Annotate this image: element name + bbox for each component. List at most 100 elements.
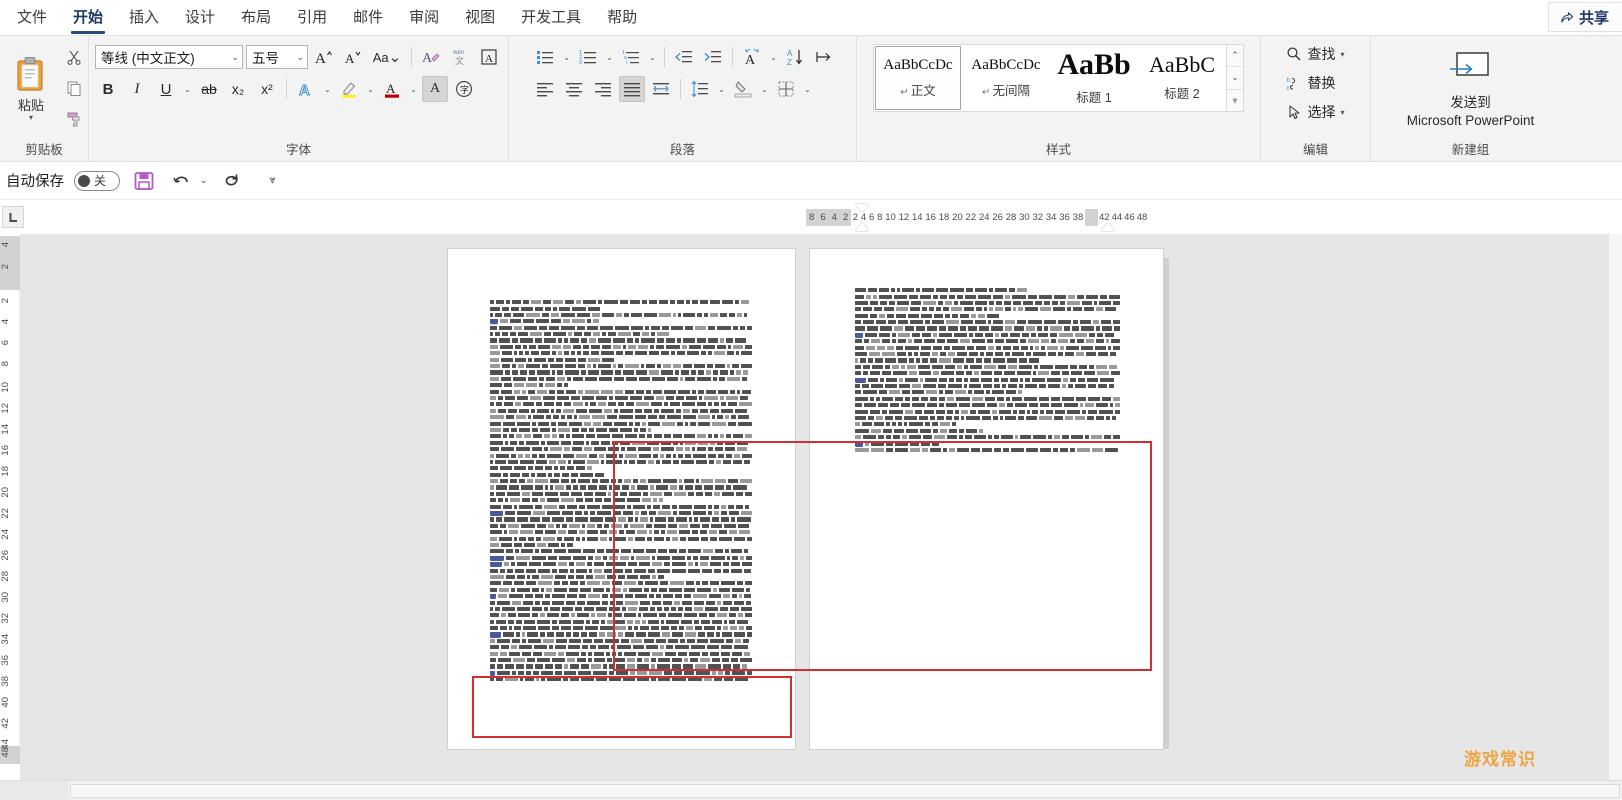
highlight-chevron-down-icon[interactable]: ⌄ [365,85,376,94]
document-canvas[interactable] [20,234,1622,780]
character-shading-button[interactable]: A [422,76,448,102]
grow-font-button[interactable]: A [311,44,337,70]
increase-indent-button[interactable] [700,44,726,70]
tab-references[interactable]: 引用 [284,1,340,35]
phonetic-guide-button[interactable]: wén 文 [447,44,473,70]
distribute-button[interactable] [648,76,674,102]
tab-developer[interactable]: 开发工具 [508,1,594,35]
tab-review[interactable]: 审阅 [396,1,452,35]
redo-button[interactable] [218,167,246,195]
show-formatting-marks-button[interactable] [811,44,837,70]
shrink-font-button[interactable]: A [340,44,366,70]
vertical-scrollbar[interactable] [1608,234,1622,780]
tab-mailings[interactable]: 邮件 [340,1,396,35]
bullet-chevron-down-icon[interactable]: ⌄ [561,53,572,62]
character-border-button[interactable]: A [476,44,502,70]
right-indent-marker[interactable] [1101,222,1115,231]
bullet-list-button[interactable] [532,44,558,70]
justify-button[interactable] [619,76,645,102]
tab-stop-selector[interactable] [2,206,24,228]
strikethrough-button[interactable]: ab [196,76,222,102]
italic-button[interactable]: I [124,76,150,102]
autosave-toggle[interactable]: 关 [74,170,120,191]
styles-more-icon[interactable]: ⩔ [1227,89,1243,111]
font-name-chevron-down-icon[interactable]: ⌄ [227,52,239,63]
tab-layout[interactable]: 布局 [228,1,284,35]
horizontal-scrollbar-track-left[interactable] [0,780,68,800]
share-button[interactable]: 共享 [1548,2,1622,32]
paste-button[interactable]: 粘贴 ▾ [3,36,59,140]
enclose-character-button[interactable]: 字 [451,76,477,102]
send-to-powerpoint-button[interactable]: 发送到 Microsoft PowerPoint [1407,46,1534,130]
page-2-text-body[interactable] [855,287,1120,453]
align-right-button[interactable] [590,76,616,102]
font-size-combo[interactable]: 五号 ⌄ [246,45,308,69]
style-item-normal[interactable]: AaBbCcDc ↵ 正文 [875,46,961,110]
borders-button[interactable] [773,76,799,102]
line-spacing-button[interactable] [687,76,713,102]
horizontal-scrollbar-thumb[interactable] [70,783,1620,798]
underline-chevron-down-icon[interactable]: ⌄ [182,85,193,94]
vertical-ruler[interactable]: 4 2 2 4 6 8 10 12 14 16 18 20 22 24 26 2… [0,236,20,764]
multilevel-chevron-down-icon[interactable]: ⌄ [647,53,658,62]
document-page-1[interactable] [448,249,795,749]
decrease-indent-button[interactable] [671,44,697,70]
first-line-indent-marker[interactable] [855,204,869,213]
replace-button[interactable]: b c 替换 [1283,71,1347,95]
undo-button[interactable] [168,167,196,195]
style-item-no-spacing[interactable]: AaBbCcDc ↵ 无间隔 [963,46,1049,110]
subscript-button[interactable]: x₂ [225,76,251,102]
text-effects-chevron-down-icon[interactable]: ⌄ [322,85,333,94]
tab-help[interactable]: 帮助 [594,1,650,35]
document-page-2[interactable] [810,249,1163,749]
page-1-text-body[interactable] [490,299,752,682]
shading-chevron-down-icon[interactable]: ⌄ [759,85,770,94]
hanging-indent-marker[interactable] [855,222,869,231]
copy-button[interactable] [63,77,85,99]
borders-chevron-down-icon[interactable]: ⌄ [802,85,813,94]
chinese-layout-chevron-down-icon[interactable]: ⌄ [768,53,779,62]
style-item-heading-2[interactable]: AaBbC 标题 2 [1139,46,1225,110]
clear-formatting-button[interactable]: A [418,44,444,70]
find-chevron-down-icon[interactable]: ▾ [1340,50,1344,59]
text-effects-button[interactable]: A [293,76,319,102]
font-color-chevron-down-icon[interactable]: ⌄ [408,85,419,94]
horizontal-ruler[interactable]: 8 6 4 2 2 4 6 8 10 12 14 16 18 20 22 24 … [0,200,1622,234]
paste-chevron-down-icon[interactable]: ▾ [29,113,33,122]
line-spacing-chevron-down-icon[interactable]: ⌄ [716,85,727,94]
align-left-button[interactable] [532,76,558,102]
select-button[interactable]: 选择 ▾ [1283,100,1347,124]
style-item-heading-1[interactable]: AaBb 标题 1 [1051,46,1137,110]
select-chevron-down-icon[interactable]: ▾ [1340,108,1344,117]
customize-qat-icon[interactable]: ⩔ [270,174,276,187]
tab-design[interactable]: 设计 [172,1,228,35]
find-button[interactable]: 查找 ▾ [1283,42,1347,66]
save-button[interactable] [130,167,158,195]
font-name-combo[interactable]: 等线 (中文正文) ⌄ [95,45,243,69]
align-center-button[interactable] [561,76,587,102]
styles-group-label: 样式 [1045,143,1071,157]
numbering-chevron-down-icon[interactable]: ⌄ [604,53,615,62]
numbered-list-button[interactable]: 1 2 3 [575,44,601,70]
chinese-layout-button[interactable]: A [739,44,765,70]
tab-file[interactable]: 文件 [4,1,60,35]
change-case-button[interactable]: Aa ⌄ [369,44,405,70]
text-highlight-button[interactable] [336,76,362,102]
tab-home[interactable]: 开始 [60,1,116,35]
tab-insert[interactable]: 插入 [116,1,172,35]
multilevel-list-button[interactable]: 1 a i [618,44,644,70]
bold-button[interactable]: B [95,76,121,102]
format-painter-button[interactable] [63,108,85,130]
horizontal-scrollbar[interactable] [0,780,1622,800]
sort-button[interactable]: A Z [782,44,808,70]
underline-button[interactable]: U [153,76,179,102]
undo-chevron-down-icon[interactable]: ⌄ [200,175,208,186]
superscript-button[interactable]: x² [254,76,280,102]
font-size-chevron-down-icon[interactable]: ⌄ [292,52,304,63]
tab-view[interactable]: 视图 [452,1,508,35]
styles-scroll-down-icon[interactable]: ⌄ [1227,67,1243,90]
font-color-button[interactable]: A [379,76,405,102]
cut-button[interactable] [63,46,85,68]
styles-scroll-up-icon[interactable]: ⌃ [1227,45,1243,68]
paragraph-shading-button[interactable] [730,76,756,102]
